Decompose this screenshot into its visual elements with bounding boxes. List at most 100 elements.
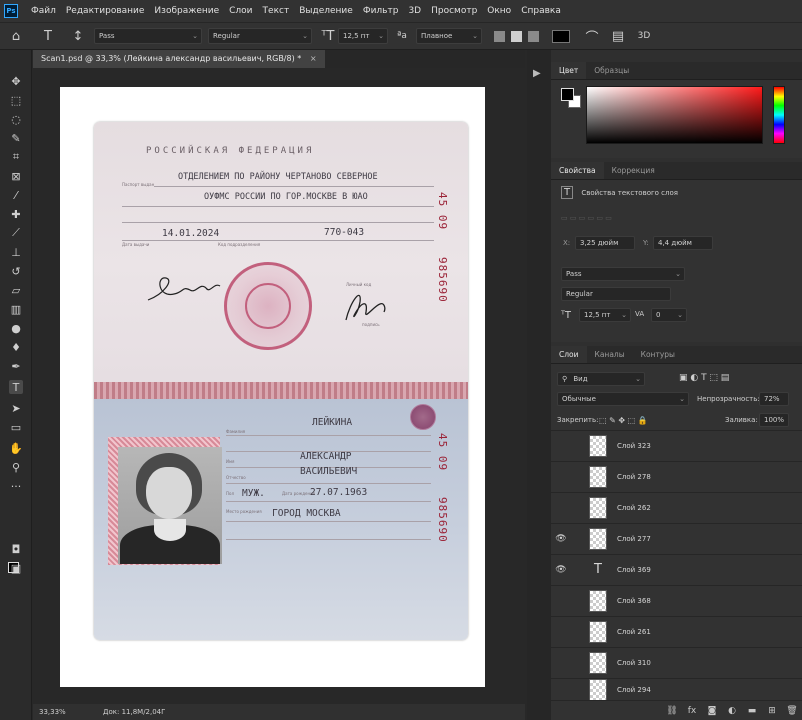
path-select-tool-icon[interactable]: ➤ [9,401,23,415]
zoom-level[interactable]: 33,33% [39,704,66,720]
menu-window[interactable]: Окно [482,6,516,16]
menu-image[interactable]: Изображение [149,6,224,16]
menu-filter[interactable]: Фильтр [358,6,404,16]
new-layer-icon[interactable]: ⊞ [762,706,782,716]
eye-icon[interactable]: 👁 [551,534,571,544]
tab-channels[interactable]: Каналы [587,346,633,363]
layer-row[interactable]: Слой 262 [551,492,802,523]
font-size-select[interactable]: 12,5 пт ⌄ [338,28,388,44]
pen-tool-icon[interactable]: ✒ [9,359,23,373]
eye-icon[interactable]: 👁 [551,565,571,575]
x-position-field[interactable]: 3,25 дюйм [575,236,635,250]
eyedropper-tool-icon[interactable]: ⁄ [9,188,23,202]
font-family-select[interactable]: Pass ⌄ [94,28,202,44]
properties-font-family-select[interactable]: Pass ⌄ [561,267,685,281]
link-layers-icon[interactable]: ⛓ [662,706,682,716]
brush-tool-icon[interactable]: ⟋ [9,226,23,240]
menu-view[interactable]: Просмотр [426,6,482,16]
rectangle-tool-icon[interactable]: ▭ [9,420,23,434]
tab-color[interactable]: Цвет [551,62,587,79]
hue-slider[interactable] [773,86,785,144]
surname-value: ЛЕЙКИНА [312,417,353,428]
blur-tool-icon[interactable]: ● [9,321,23,335]
fill-field[interactable]: 100% [759,413,789,427]
type-tool-preset-icon[interactable]: T [38,29,58,44]
layer-row[interactable]: 👁 T Слой 369 [551,554,802,585]
close-icon[interactable]: × [310,54,317,63]
layer-row[interactable]: Слой 294 [551,678,802,700]
lock-icons[interactable]: ⬚ ✎ ✥ ⬚ 🔒 [599,416,648,425]
screen-mode-icon[interactable]: ▣ [9,561,23,575]
quick-mask-icon[interactable]: ◘ [9,542,23,556]
new-group-icon[interactable]: ▬ [742,706,762,716]
lasso-tool-icon[interactable]: ◌ [9,112,23,126]
tab-layers[interactable]: Слои [551,346,587,363]
eraser-tool-icon[interactable]: ▱ [9,283,23,297]
more-tools-icon[interactable]: ··· [9,479,23,493]
menu-edit[interactable]: Редактирование [61,6,150,16]
menu-file[interactable]: Файл [26,6,61,16]
move-tool-icon[interactable]: ✥ [9,74,23,88]
layer-row[interactable]: Слой 323 [551,430,802,461]
layer-row[interactable]: 👁 Слой 277 [551,523,802,554]
align-left-button[interactable] [494,30,505,42]
canvas-area[interactable]: РОССИЙСКАЯ ФЕДЕРАЦИЯ Паспорт выдан ОТДЕЛ… [33,68,525,704]
opacity-field[interactable]: 72% [759,392,789,406]
menu-3d[interactable]: 3D [403,6,426,16]
properties-font-size-field[interactable]: 12,5 пт ⌄ [579,308,631,322]
zoom-tool-icon[interactable]: ⚲ [9,460,23,474]
tracking-field[interactable]: 0 ⌄ [651,308,687,322]
layer-row[interactable]: Слой 261 [551,616,802,647]
tab-adjustments[interactable]: Коррекция [604,162,663,179]
text-color-swatch[interactable] [552,29,570,43]
frame-tool-icon[interactable]: ⊠ [9,169,23,183]
layer-row[interactable]: Слой 278 [551,461,802,492]
tab-properties[interactable]: Свойства [551,162,604,179]
menu-select[interactable]: Выделение [294,6,358,16]
x-position-value: 3,25 дюйм [580,239,619,247]
dodge-tool-icon[interactable]: ♦ [9,340,23,354]
foreground-color-swatch[interactable] [561,88,574,101]
align-center-button[interactable] [511,30,522,42]
type-tool-icon[interactable]: T [9,380,23,394]
marquee-tool-icon[interactable]: ⬚ [9,93,23,107]
menu-type[interactable]: Текст [258,6,295,16]
warp-text-icon[interactable]: ⌒ [582,27,602,46]
3d-button[interactable]: 3D [634,31,654,41]
tab-paths[interactable]: Контуры [633,346,683,363]
layer-row[interactable]: Слой 310 [551,647,802,678]
text-orientation-icon[interactable]: ↕ [68,29,88,44]
quick-select-tool-icon[interactable]: ✎ [9,131,23,145]
layer-style-icon[interactable]: fx [682,706,702,716]
layer-row[interactable]: Слой 368 [551,585,802,616]
gradient-tool-icon[interactable]: ▥ [9,302,23,316]
tab-swatches[interactable]: Образцы [586,62,637,79]
document-tab[interactable]: Scan1.psd @ 33,3% (Лейкина александр вас… [33,50,325,68]
menu-help[interactable]: Справка [516,6,566,16]
healing-brush-tool-icon[interactable]: ✚ [9,207,23,221]
history-panel-icon[interactable]: ▶ [533,68,541,79]
document-canvas[interactable]: РОССИЙСКАЯ ФЕДЕРАЦИЯ Паспорт выдан ОТДЕЛ… [60,87,485,687]
layer-filter-icons[interactable]: ▣ ◐ T ⬚ ▤ [679,373,729,383]
character-panel-icon[interactable]: ▤ [608,29,628,44]
add-mask-icon[interactable]: ◙ [702,706,722,716]
layer-filter-select[interactable]: ⚲ Вид ⌄ [557,372,645,386]
hand-tool-icon[interactable]: ✋ [9,441,23,455]
history-brush-tool-icon[interactable]: ↺ [9,264,23,278]
home-icon[interactable]: ⌂ [6,29,26,44]
layers-panel-tabs: Слои Каналы Контуры [551,346,802,364]
clone-stamp-tool-icon[interactable]: ⊥ [9,245,23,259]
align-right-button[interactable] [528,30,539,42]
adjustment-layer-icon[interactable]: ◐ [722,706,742,716]
crop-tool-icon[interactable]: ⌗ [9,150,23,164]
blend-mode-select[interactable]: Обычные ⌄ [557,392,689,406]
antialias-select[interactable]: Плавное ⌄ [416,28,482,44]
y-position-field[interactable]: 4,4 дюйм [653,236,713,250]
color-picker-field[interactable] [586,86,763,144]
menu-layers[interactable]: Слои [224,6,257,16]
properties-font-style-select[interactable]: Regular [561,287,671,301]
font-style-select[interactable]: Regular ⌄ [208,28,312,44]
division-code-label: Код подразделения [218,242,261,247]
delete-layer-icon[interactable]: 🗑 [782,706,802,716]
chevron-down-icon: ⌄ [472,32,478,40]
